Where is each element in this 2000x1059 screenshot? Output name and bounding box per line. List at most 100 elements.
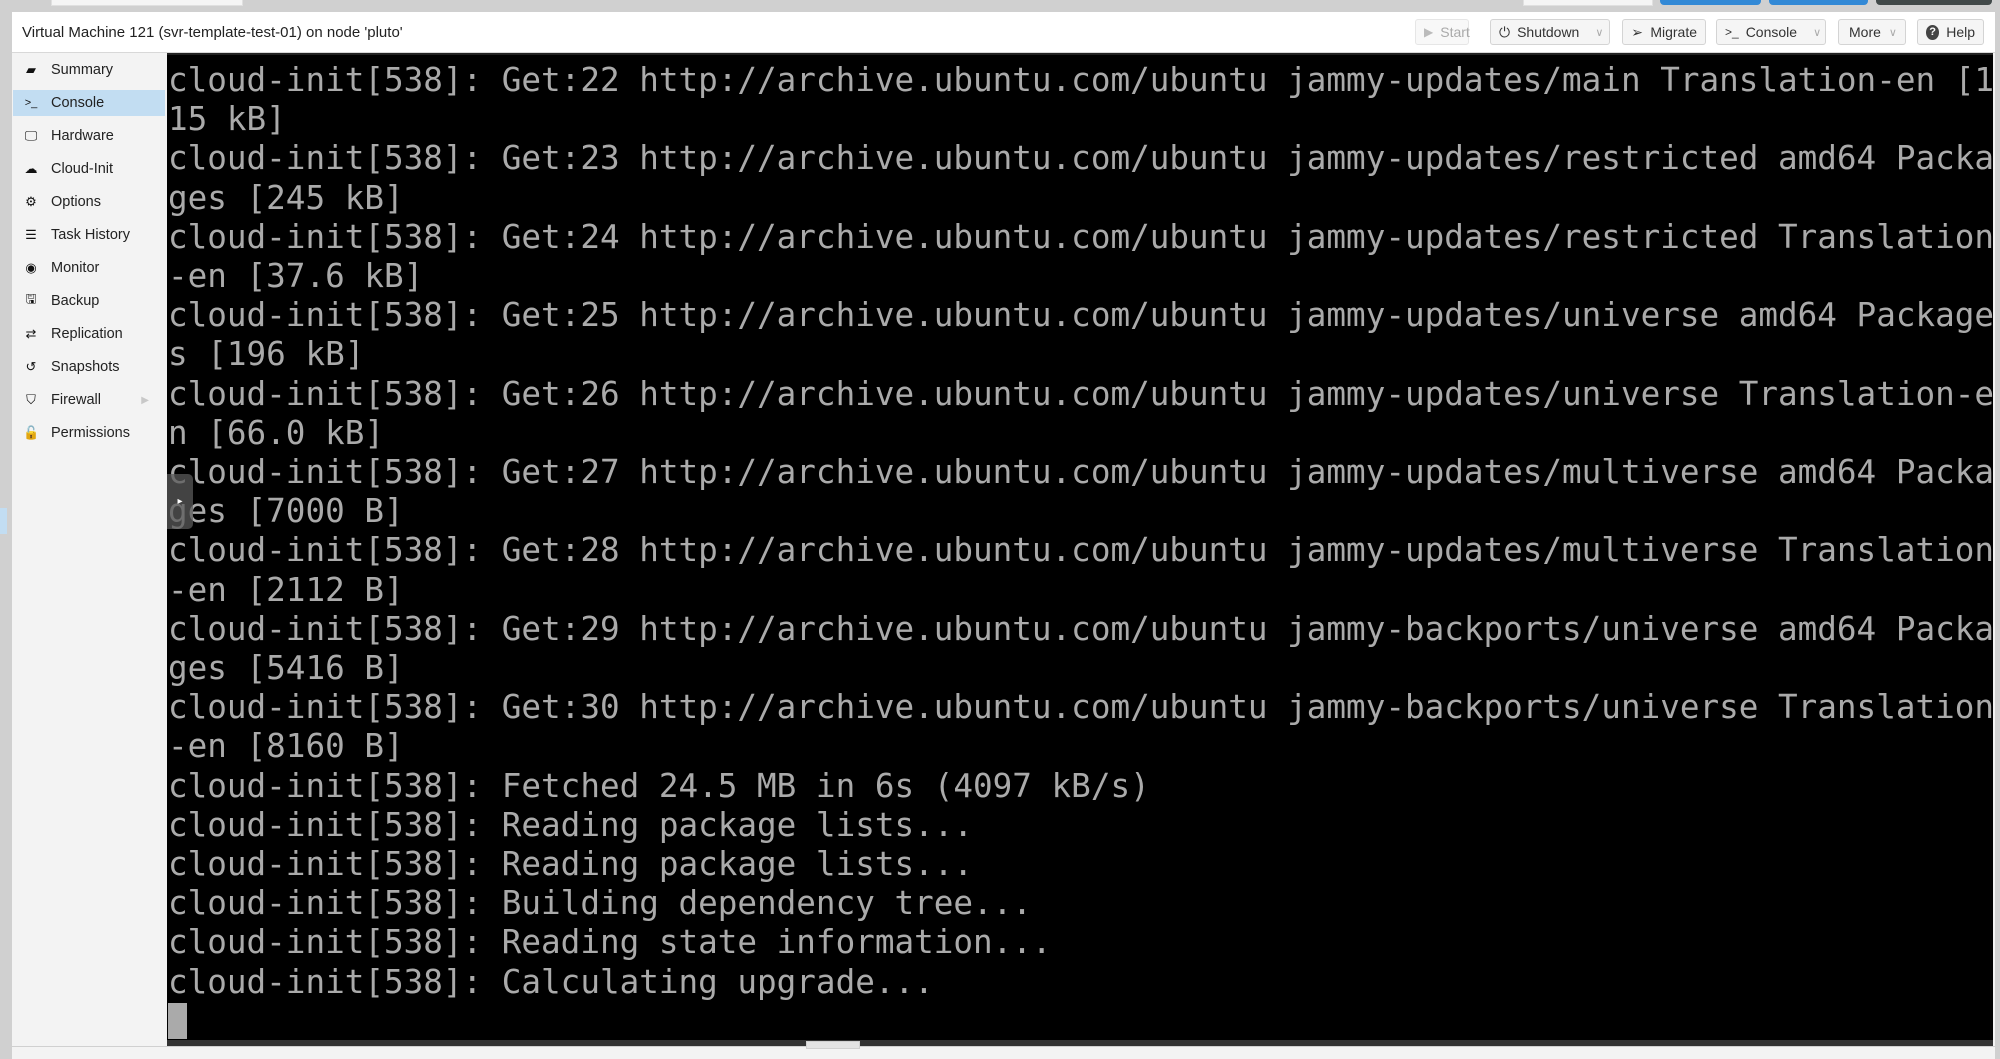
desktop-icon: 🖵	[24, 128, 38, 143]
question-circle-icon: ?	[1926, 24, 1940, 40]
terminal-cursor	[168, 1003, 187, 1039]
terminal-line: -en [37.6 kB]	[168, 257, 424, 296]
book-icon: ▰	[26, 62, 36, 77]
sidebar-item-backup[interactable]: 🖫 Backup	[13, 288, 165, 314]
sidebar-item-hardware[interactable]: 🖵 Hardware	[13, 123, 165, 149]
terminal-line: s [196 kB]	[168, 335, 365, 374]
help-button[interactable]: ? Help	[1917, 19, 1984, 45]
vm-sidebar: ▰ Summary >_ Console 🖵 Hardware ☁ Cloud-…	[12, 53, 165, 1046]
shutdown-label: Shutdown	[1517, 24, 1580, 40]
expand-arrow-icon: ▸	[177, 496, 183, 507]
sidebar-item-label: Hardware	[51, 128, 114, 144]
gear-icon: ⚙	[25, 194, 37, 209]
page-title: Virtual Machine 121 (svr-template-test-0…	[22, 24, 403, 41]
sidebar-item-replication[interactable]: ⇄ Replication	[13, 321, 165, 347]
terminal-line: cloud-init[538]: Reading package lists..…	[168, 845, 974, 884]
eye-icon: ◉	[25, 260, 37, 275]
unlock-icon: 🔓	[23, 425, 40, 440]
terminal-line: cloud-init[538]: Building dependency tre…	[168, 884, 1032, 923]
resource-tree-selected-edge	[0, 508, 7, 534]
retweet-icon: ⇄	[25, 326, 37, 341]
sidebar-item-label: Firewall	[51, 392, 101, 408]
sidebar-item-snapshots[interactable]: ↺ Snapshots	[13, 354, 165, 380]
terminal-line: cloud-init[538]: Fetched 24.5 MB in 6s (…	[168, 766, 1150, 805]
cloud-icon: ☁	[24, 161, 38, 176]
sidebar-item-label: Summary	[51, 62, 114, 78]
chevron-down-icon[interactable]: ∨	[1813, 26, 1821, 39]
chevron-down-icon: ∨	[1888, 26, 1897, 39]
power-icon: ⏻	[1499, 23, 1511, 40]
sidebar-item-label: Options	[51, 194, 101, 210]
more-label: More	[1849, 24, 1881, 40]
terminal-line: ges [245 kB]	[168, 178, 404, 217]
terminal-line: -en [8160 B]	[168, 727, 404, 766]
top-bar	[0, 0, 2000, 12]
shield-icon: ⛉	[26, 392, 36, 407]
resource-tree-edge	[0, 12, 12, 1058]
list-alt-icon: ☰	[25, 227, 37, 242]
create-vm-button[interactable]	[1660, 0, 1761, 5]
terminal-icon: >_	[24, 97, 38, 109]
search-field[interactable]	[51, 0, 243, 6]
console-button[interactable]: >_ Console ∨	[1716, 19, 1826, 45]
migrate-label: Migrate	[1650, 24, 1697, 40]
sidebar-item-label: Backup	[51, 293, 100, 309]
sidebar-item-label: Monitor	[51, 260, 100, 276]
user-menu-button[interactable]	[1876, 0, 1992, 5]
terminal-line: 15 kB]	[168, 100, 286, 139]
terminal-line: cloud-init[538]: Get:22 http://archive.u…	[168, 61, 1993, 99]
more-button[interactable]: More ∨	[1838, 19, 1906, 45]
sidebar-item-monitor[interactable]: ◉ Monitor	[13, 255, 165, 281]
sidebar-item-console[interactable]: >_ Console	[13, 90, 165, 116]
help-label: Help	[1946, 24, 1975, 40]
log-panel-expand-handle[interactable]	[806, 1041, 860, 1049]
panel-header: Virtual Machine 121 (svr-template-test-0…	[12, 12, 1995, 53]
terminal-line: -en [2112 B]	[168, 570, 404, 609]
floppy-icon: 🖫	[25, 291, 37, 306]
top-field[interactable]	[1523, 0, 1653, 6]
terminal-line: cloud-init[538]: Get:27 http://archive.u…	[168, 453, 1993, 492]
sidebar-item-options[interactable]: ⚙ Options	[13, 189, 165, 215]
chevron-down-icon[interactable]: ∨	[1595, 26, 1603, 39]
terminal-line: cloud-init[538]: Get:29 http://archive.u…	[168, 609, 1993, 648]
play-icon: ▶	[1424, 25, 1434, 39]
terminal-line: cloud-init[538]: Get:24 http://archive.u…	[168, 217, 1993, 256]
history-icon: ↺	[25, 359, 37, 374]
start-button[interactable]: ▶ Start	[1415, 19, 1470, 45]
console-terminal[interactable]: cloud-init[538]: Get:22 http://archive.u…	[167, 53, 1993, 1040]
paper-plane-icon: ➢	[1631, 23, 1644, 40]
sidebar-item-cloud-init[interactable]: ☁ Cloud-Init	[13, 156, 165, 182]
console-label: Console	[1745, 24, 1798, 40]
sidebar-item-label: Replication	[51, 326, 123, 342]
terminal-icon: >_	[1725, 25, 1739, 39]
sidebar-item-firewall[interactable]: ⛉ Firewall ▶	[13, 387, 165, 413]
sidebar-item-label: Cloud-Init	[51, 161, 114, 177]
create-ct-button[interactable]	[1769, 0, 1868, 5]
shutdown-button[interactable]: ⏻ Shutdown ∨	[1490, 19, 1610, 45]
sidebar-item-summary[interactable]: ▰ Summary	[13, 57, 165, 83]
start-label: Start	[1440, 24, 1470, 40]
terminal-line: n [66.0 kB]	[168, 413, 384, 452]
sidebar-item-label: Console	[51, 95, 105, 111]
migrate-button[interactable]: ➢ Migrate	[1622, 19, 1706, 45]
terminal-line: ges [7000 B]	[168, 492, 404, 531]
sidebar-item-label: Snapshots	[51, 359, 120, 375]
console-toolbar-toggle[interactable]: ▸	[167, 474, 193, 529]
log-panel-collapsed	[12, 1046, 1995, 1059]
terminal-line: cloud-init[538]: Get:25 http://archive.u…	[168, 296, 1993, 335]
sidebar-item-permissions[interactable]: 🔓 Permissions	[13, 420, 165, 446]
terminal-line: cloud-init[538]: Get:28 http://archive.u…	[168, 531, 1993, 570]
terminal-output: cloud-init[538]: Get:22 http://archive.u…	[168, 61, 1993, 1002]
terminal-line: cloud-init[538]: Get:26 http://archive.u…	[168, 374, 1993, 413]
terminal-line: cloud-init[538]: Reading state informati…	[168, 923, 1052, 962]
terminal-line: cloud-init[538]: Calculating upgrade...	[168, 962, 934, 1001]
sidebar-item-task-history[interactable]: ☰ Task History	[13, 222, 165, 248]
terminal-line: cloud-init[538]: Reading package lists..…	[168, 805, 974, 844]
sidebar-item-label: Task History	[51, 227, 130, 243]
right-edge	[1995, 12, 2000, 1058]
sidebar-item-label: Permissions	[51, 425, 130, 441]
expand-arrow-icon[interactable]: ▶	[141, 395, 149, 406]
terminal-line: cloud-init[538]: Get:23 http://archive.u…	[168, 139, 1993, 178]
terminal-line: cloud-init[538]: Get:30 http://archive.u…	[168, 688, 1993, 727]
terminal-line: ges [5416 B]	[168, 649, 404, 688]
